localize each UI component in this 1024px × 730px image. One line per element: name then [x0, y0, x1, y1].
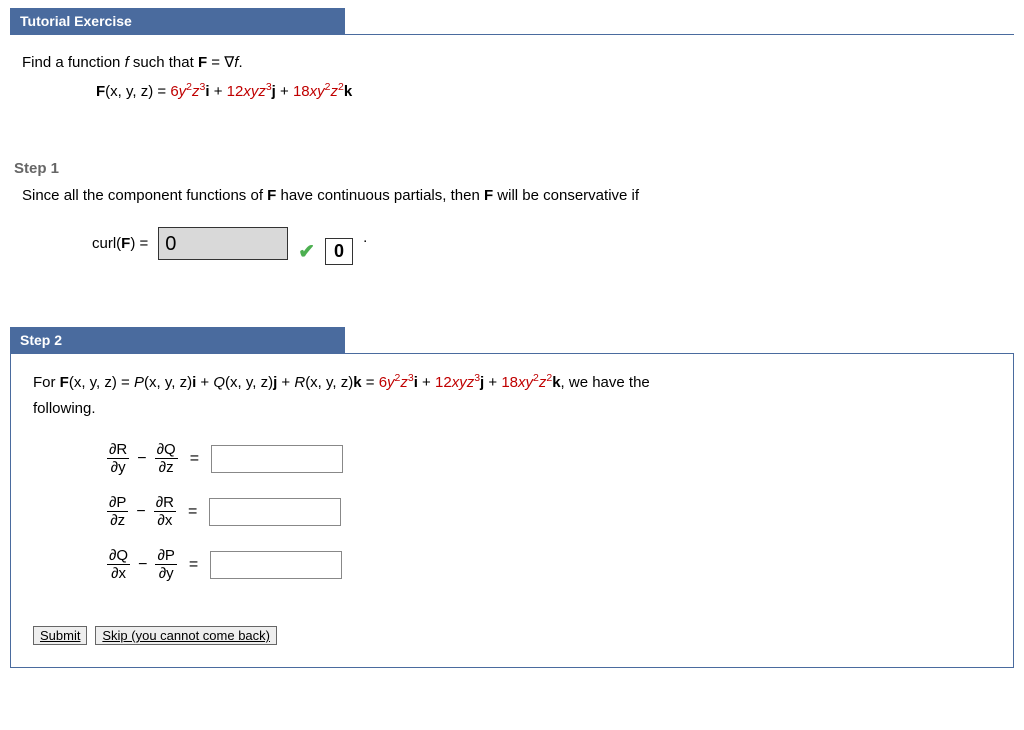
fraction: ∂Q ∂z — [155, 441, 178, 476]
partial-derivative-equations: ∂R ∂y − ∂Q ∂z = ∂P ∂z − ∂R ∂x — [107, 441, 991, 582]
submit-button[interactable]: Submit — [33, 626, 87, 645]
period: . — [363, 229, 367, 246]
fraction: ∂R ∂y — [107, 441, 129, 476]
pd-row-1: ∂R ∂y − ∂Q ∂z = — [107, 441, 991, 476]
step1-label: Step 1 — [14, 160, 1014, 177]
step1-text: Since all the component functions of F h… — [22, 187, 1002, 204]
fraction: ∂P ∂z — [107, 494, 128, 529]
intro-text: Find a function — [22, 54, 125, 71]
step2-text: For F(x, y, z) = P(x, y, z)i + Q(x, y, z… — [33, 370, 991, 421]
fraction: ∂Q ∂x — [107, 547, 130, 582]
problem-statement: Find a function f such that F = ∇f. F(x,… — [10, 35, 1014, 100]
skip-button[interactable]: Skip (you cannot come back) — [95, 626, 277, 645]
check-icon: ✔ — [298, 239, 315, 264]
pd-row-2: ∂P ∂z − ∂R ∂x = — [107, 494, 991, 529]
curl-answer-input[interactable]: 0 — [158, 227, 288, 260]
curl-label: curl(F) = — [92, 235, 148, 252]
answer-input-2[interactable] — [209, 498, 341, 526]
correct-value-box: 0 — [325, 238, 353, 265]
answer-input-1[interactable] — [211, 445, 343, 473]
answer-input-3[interactable] — [210, 551, 342, 579]
tutorial-header: Tutorial Exercise — [10, 8, 345, 34]
fraction: ∂P ∂y — [155, 547, 176, 582]
pd-row-3: ∂Q ∂x − ∂P ∂y = — [107, 547, 991, 582]
vector-F: F — [96, 83, 105, 100]
step2-header: Step 2 — [10, 327, 345, 353]
fraction: ∂R ∂x — [154, 494, 176, 529]
